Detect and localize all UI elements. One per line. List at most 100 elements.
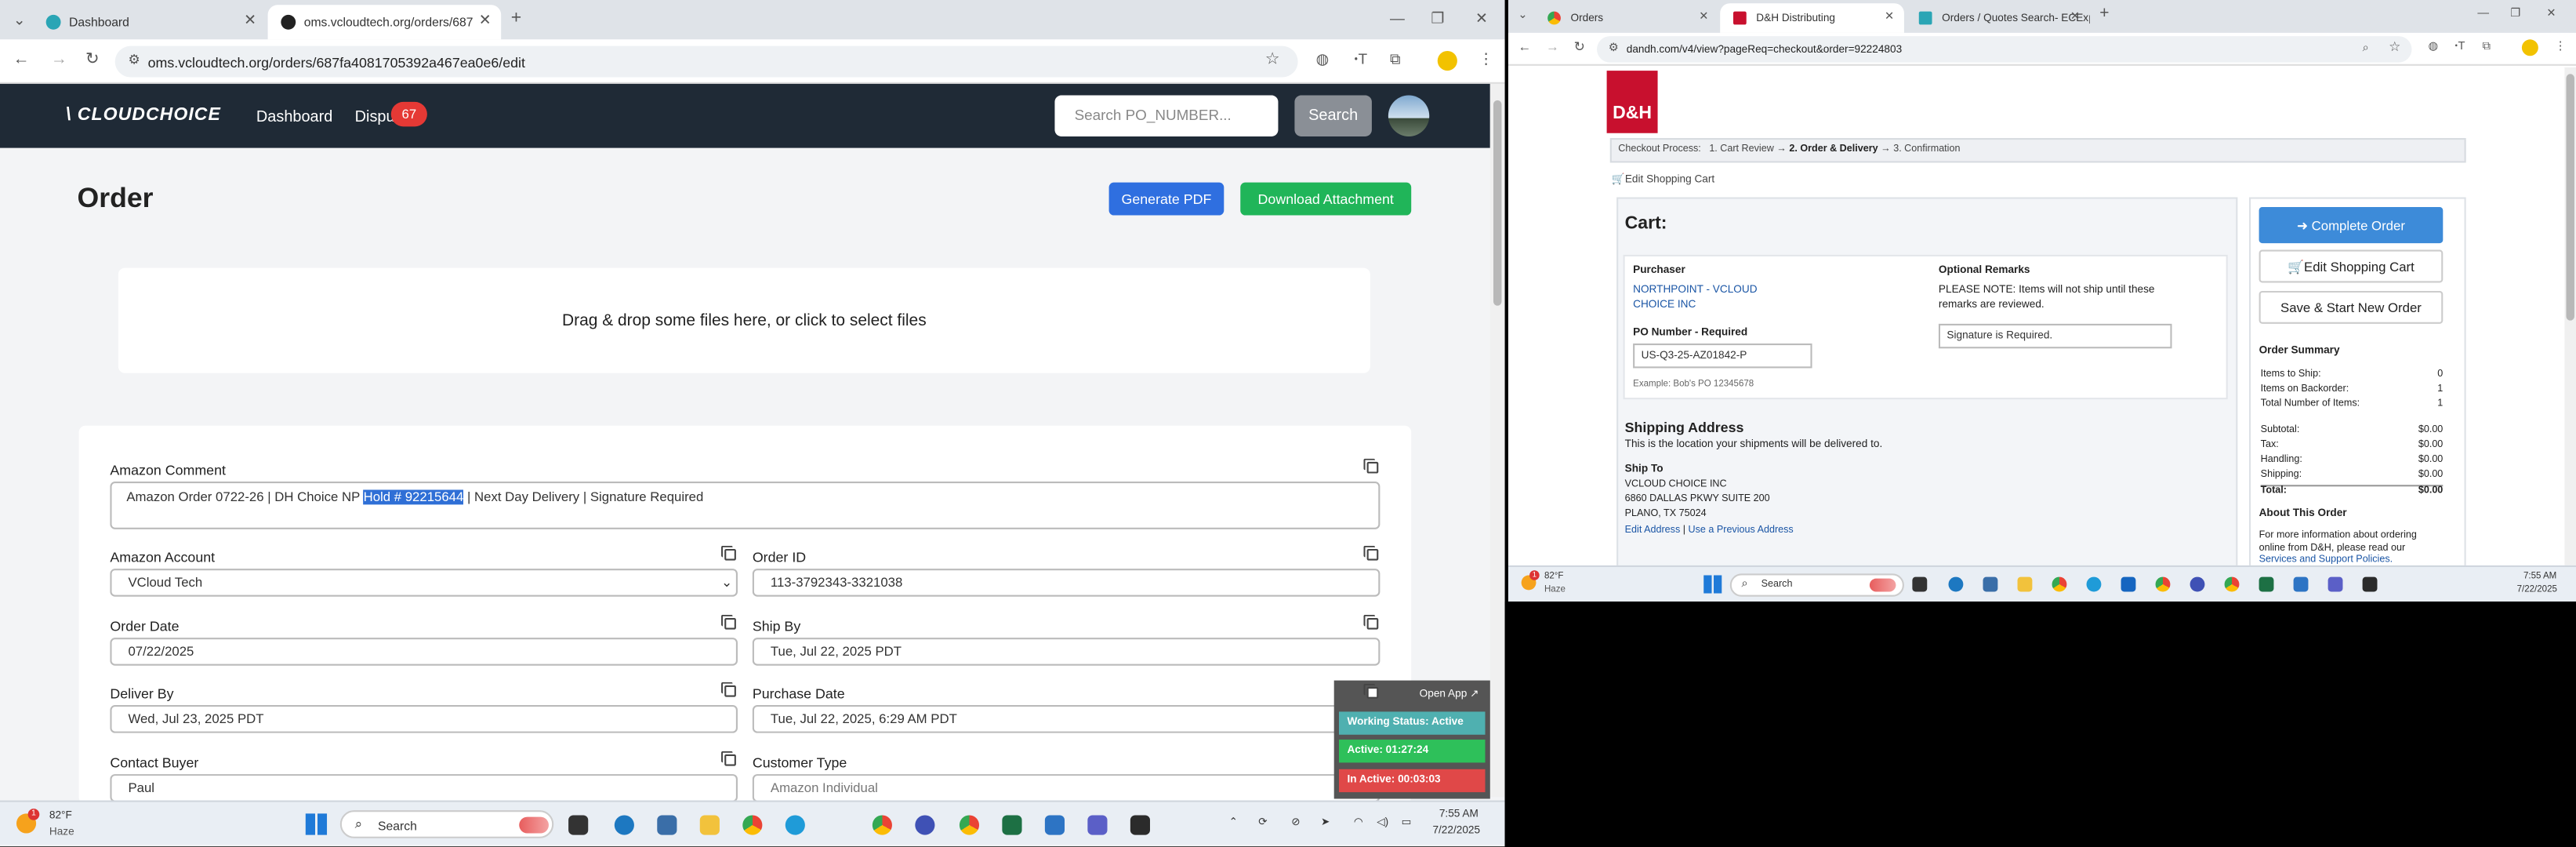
zoom-icon[interactable]: ⌕ bbox=[2363, 42, 2369, 54]
open-app-link[interactable]: Open App ↗ bbox=[1420, 687, 1479, 700]
profile-icon[interactable] bbox=[2521, 39, 2538, 56]
remarks-input[interactable]: Signature is Required. bbox=[1938, 323, 2172, 349]
tab-orders[interactable]: Orders ✕ bbox=[1534, 3, 1718, 33]
volume-icon[interactable]: ◁) bbox=[1377, 815, 1388, 829]
contact-buyer-field[interactable]: Paul bbox=[110, 774, 738, 802]
tray-send-icon[interactable]: ➤ bbox=[1321, 815, 1330, 829]
tab-search-icon[interactable]: ⌄ bbox=[13, 13, 26, 28]
minimize-icon[interactable]: — bbox=[2477, 8, 2489, 20]
copy-icon[interactable] bbox=[721, 545, 736, 561]
copy-icon[interactable] bbox=[1363, 614, 1379, 630]
chrome-icon[interactable] bbox=[2224, 576, 2240, 592]
profile-icon[interactable] bbox=[1437, 50, 1457, 71]
purchaser-name-link[interactable]: CHOICE INC bbox=[1633, 299, 1696, 311]
app-icon[interactable] bbox=[614, 815, 634, 835]
copy-icon[interactable] bbox=[721, 682, 736, 697]
app-icon[interactable] bbox=[2362, 576, 2378, 592]
previous-address-link[interactable]: Use a Previous Address bbox=[1689, 526, 1794, 536]
customer-type-field[interactable]: Amazon Individual bbox=[752, 774, 1381, 802]
copy-icon[interactable] bbox=[721, 614, 736, 630]
weather-widget[interactable]: 1 82°F Haze bbox=[16, 809, 99, 842]
scrollbar-thumb[interactable] bbox=[2566, 74, 2574, 321]
clock-date[interactable]: 7/22/2025 bbox=[2517, 585, 2557, 595]
wifi-icon[interactable]: ◠ bbox=[1354, 815, 1363, 829]
new-tab-icon[interactable]: + bbox=[2099, 5, 2109, 23]
generate-pdf-button[interactable]: Generate PDF bbox=[1108, 182, 1225, 216]
reload-icon[interactable]: ↻ bbox=[1574, 40, 1585, 54]
start-windows-icon[interactable] bbox=[1703, 575, 1722, 594]
app-icon[interactable] bbox=[2293, 576, 2309, 592]
edit-shopping-cart-button[interactable]: 🛒 Edit Shopping Cart bbox=[2259, 249, 2444, 283]
close-icon[interactable]: ✕ bbox=[1885, 10, 1894, 24]
clock-time[interactable]: 7:55 AM bbox=[2523, 572, 2556, 582]
start-windows-icon[interactable] bbox=[305, 813, 328, 835]
ship-by-field[interactable]: Tue, Jul 22, 2025 PDT bbox=[752, 638, 1381, 666]
reload-icon[interactable]: ↻ bbox=[85, 52, 100, 69]
chat-icon[interactable] bbox=[915, 815, 935, 835]
bookmark-star-icon[interactable]: ☆ bbox=[2389, 40, 2400, 54]
tray-app-icon[interactable]: ⊘ bbox=[1291, 815, 1300, 829]
new-tab-icon[interactable]: + bbox=[511, 9, 521, 28]
extension-icon[interactable]: ◍ bbox=[1316, 52, 1329, 67]
minimize-icon[interactable]: — bbox=[1390, 11, 1405, 27]
tab-dh-distributing[interactable]: D&H Distributing ✕ bbox=[1720, 3, 1904, 33]
close-icon[interactable]: ✕ bbox=[244, 12, 256, 30]
bookmark-star-icon[interactable]: ☆ bbox=[1265, 52, 1280, 69]
edit-cart-link[interactable]: 🛒Edit Shopping Cart bbox=[1612, 173, 1714, 186]
chat-icon[interactable] bbox=[2190, 576, 2205, 592]
url-field[interactable]: ⚙ dandh.com/v4/view?pageReq=checkout&ord… bbox=[1597, 36, 2412, 63]
user-avatar[interactable] bbox=[1388, 95, 1430, 136]
order-date-field[interactable]: 07/22/2025 bbox=[110, 638, 738, 666]
app-icon[interactable] bbox=[1948, 576, 1964, 592]
cloudchoice-logo[interactable]: \ CLOUDCHOICE bbox=[66, 105, 221, 125]
calculator-icon[interactable] bbox=[1983, 576, 1998, 592]
excel-icon[interactable] bbox=[1002, 815, 1022, 835]
nav-dashboard-link[interactable]: Dashboard bbox=[256, 108, 332, 126]
close-icon[interactable]: ✕ bbox=[479, 12, 492, 30]
tray-chevron-icon[interactable]: ⌃ bbox=[1229, 815, 1238, 829]
reader-icon[interactable]: ꞏT bbox=[2454, 41, 2465, 53]
calculator-icon[interactable] bbox=[657, 815, 677, 835]
menu-kebab-icon[interactable]: ⋮ bbox=[1478, 52, 1493, 67]
tab-dashboard[interactable]: Dashboard ✕ bbox=[33, 5, 267, 39]
chrome-icon[interactable] bbox=[2155, 576, 2171, 592]
file-explorer-icon[interactable] bbox=[2017, 576, 2033, 592]
reader-icon[interactable]: ꞏT bbox=[1354, 52, 1367, 67]
copy-icon[interactable] bbox=[1363, 545, 1379, 561]
close-icon[interactable]: ✕ bbox=[1699, 10, 1708, 24]
edit-address-link[interactable]: Edit Address bbox=[1625, 526, 1681, 536]
puzzle-icon[interactable]: ⧉ bbox=[1390, 52, 1400, 67]
right-page-scrollbar[interactable] bbox=[2564, 67, 2576, 565]
tab-search-icon[interactable]: ⌄ bbox=[1518, 10, 1527, 22]
tab-order-edit[interactable]: oms.vcloudtech.org/orders/687 ✕ bbox=[267, 5, 502, 40]
chrome-profile-icon[interactable] bbox=[872, 815, 892, 835]
back-icon[interactable]: ← bbox=[13, 52, 30, 69]
window-close-icon[interactable]: ✕ bbox=[1475, 11, 1488, 27]
puzzle-icon[interactable]: ⧉ bbox=[2483, 41, 2491, 53]
dh-logo[interactable]: D&H bbox=[1606, 71, 1658, 133]
taskbar-search-box[interactable]: ⌕ Search bbox=[339, 810, 554, 838]
tab-orders-quotes-search[interactable]: Orders / Quotes Search- ECExp ✕ bbox=[1906, 3, 2090, 33]
edge-icon[interactable] bbox=[785, 815, 805, 835]
maximize-icon[interactable]: ❐ bbox=[2510, 8, 2520, 20]
copy-icon[interactable] bbox=[1363, 683, 1379, 699]
nav-disputes-link[interactable]: Dispu bbox=[355, 108, 395, 126]
tray-app-icon[interactable]: ⟳ bbox=[1258, 815, 1267, 829]
copy-icon[interactable] bbox=[721, 751, 736, 766]
clock-date[interactable]: 7/22/2025 bbox=[1432, 825, 1480, 837]
extension-icon[interactable]: ◍ bbox=[2428, 41, 2438, 53]
search-button[interactable]: Search bbox=[1294, 95, 1372, 136]
taskbar-search-box[interactable]: ⌕ Search bbox=[1729, 573, 1904, 597]
download-attachment-button[interactable]: Download Attachment bbox=[1240, 182, 1412, 216]
excel-icon[interactable] bbox=[2259, 576, 2274, 592]
save-start-new-order-button[interactable]: Save & Start New Order bbox=[2259, 290, 2444, 324]
task-view-icon[interactable] bbox=[568, 815, 589, 835]
page-scrollbar[interactable] bbox=[1489, 83, 1505, 798]
teams-icon[interactable] bbox=[2327, 576, 2343, 592]
back-icon[interactable]: ← bbox=[1518, 40, 1531, 54]
purchase-date-field[interactable]: Tue, Jul 22, 2025, 6:29 AM PDT bbox=[752, 705, 1381, 733]
app-icon[interactable] bbox=[1130, 815, 1150, 835]
window-close-icon[interactable]: ✕ bbox=[2546, 8, 2556, 20]
clock-time[interactable]: 7:55 AM bbox=[1439, 809, 1478, 820]
complete-order-button[interactable]: ➜ Complete Order bbox=[2259, 207, 2444, 244]
